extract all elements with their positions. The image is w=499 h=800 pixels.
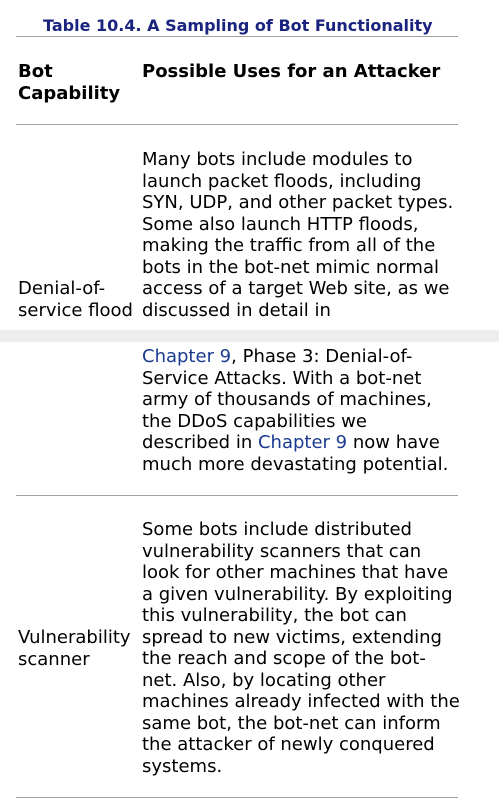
document-page: Table 10.4. A Sampling of Bot Functional… [0, 0, 499, 800]
table-bottom-divider [16, 797, 458, 798]
row-dos-uses-part2: Chapter 9, Phase 3: Denial-of-Service At… [142, 346, 460, 475]
table-caption: Table 10.4. A Sampling of Bot Functional… [43, 16, 433, 35]
row-vuln-capability: Vulnerability scanner [18, 627, 131, 670]
row-divider [16, 495, 458, 496]
row-dos-capability: Denial-of-service flood [18, 278, 133, 321]
page-break [0, 330, 499, 342]
header-bot-capability: Bot Capability [18, 61, 121, 104]
row-dos-uses-part1: Many bots include modules to launch pack… [142, 149, 454, 321]
header-divider [16, 124, 458, 125]
header-possible-uses: Possible Uses for an Attacker [142, 61, 441, 82]
chapter-9-link[interactable]: Chapter 9 [142, 346, 231, 367]
caption-divider [16, 36, 458, 37]
chapter-9-link-2[interactable]: Chapter 9 [258, 432, 347, 453]
row-vuln-uses: Some bots include distributed vulnerabil… [142, 519, 460, 777]
